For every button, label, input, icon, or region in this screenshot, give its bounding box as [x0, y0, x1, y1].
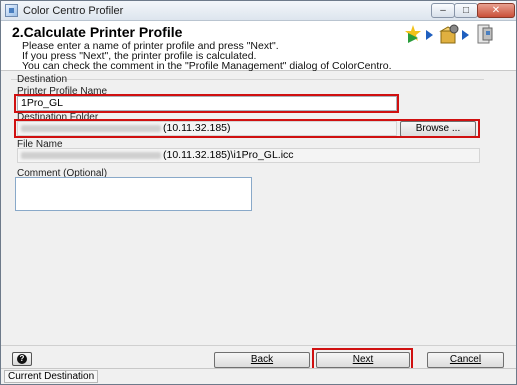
close-button[interactable]: ✕	[477, 3, 515, 18]
maximize-button[interactable]: □	[454, 3, 478, 18]
cancel-button[interactable]: Cancel	[427, 352, 504, 368]
redacted-path	[21, 151, 161, 159]
instruction-line-3: You can check the comment in the "Profil…	[22, 60, 392, 72]
back-button-label: Back	[250, 354, 274, 365]
file-name-value: (10.11.32.185)\i1Pro_GL.icc	[163, 149, 294, 161]
destination-group-label: Destination	[17, 74, 68, 85]
wizard-header: 2.Calculate Printer Profile Please enter…	[1, 21, 516, 72]
title-bar: Color Centro Profiler – □ ✕	[1, 1, 516, 21]
sparkle-arrow-icon	[405, 25, 421, 43]
package-gear-icon	[439, 24, 459, 44]
footer-divider	[1, 345, 516, 346]
step-indicator	[402, 23, 502, 51]
window-title: Color Centro Profiler	[23, 5, 124, 17]
cancel-button-label: Cancel	[449, 354, 482, 365]
highlight-frame	[14, 119, 480, 138]
minimize-button[interactable]: –	[431, 3, 455, 18]
help-icon: ?	[17, 354, 27, 364]
step-arrow-icon	[426, 30, 433, 40]
file-name-field: (10.11.32.185)\i1Pro_GL.icc	[17, 148, 480, 163]
comment-textarea[interactable]	[15, 177, 252, 211]
highlight-frame	[14, 94, 399, 113]
back-button[interactable]: Back	[214, 352, 310, 368]
status-bar: Current Destination	[1, 368, 516, 384]
current-destination-status: Current Destination	[4, 370, 99, 383]
app-icon	[5, 4, 18, 17]
app-window: Color Centro Profiler – □ ✕ 2.Calculate …	[0, 0, 517, 385]
step-arrow-icon	[462, 30, 469, 40]
help-button[interactable]: ?	[12, 352, 32, 366]
printer-profile-icon	[477, 24, 493, 44]
page-title: 2.Calculate Printer Profile	[12, 24, 183, 40]
